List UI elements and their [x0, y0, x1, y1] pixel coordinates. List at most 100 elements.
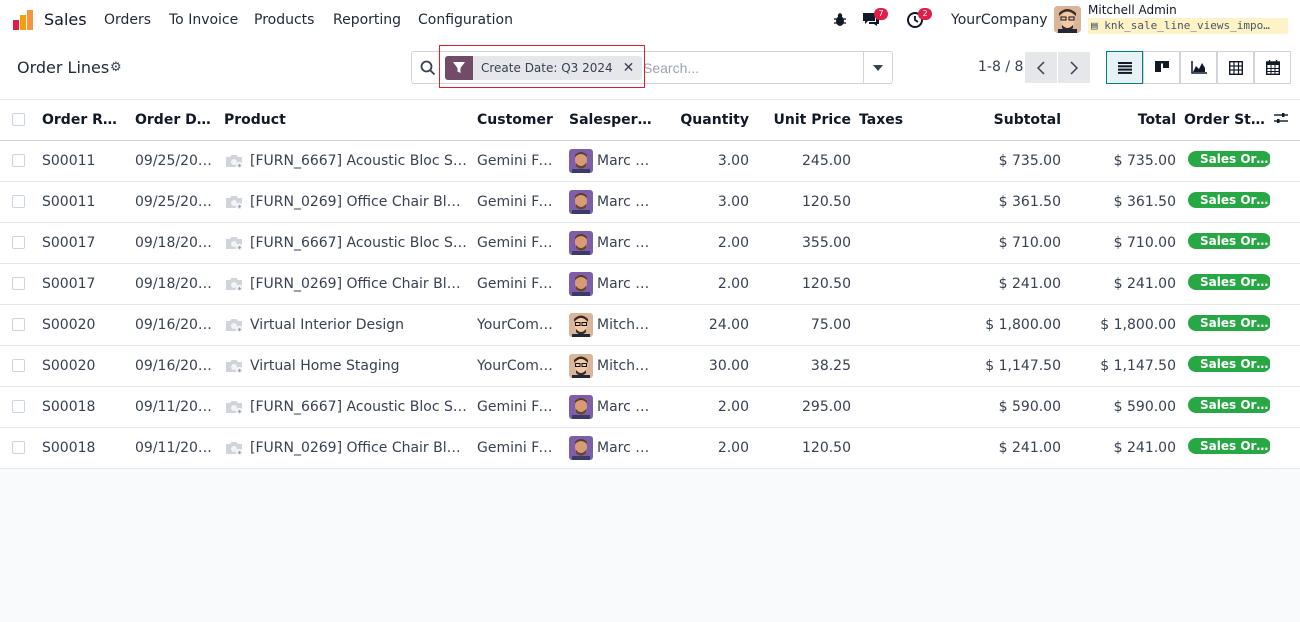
salesperson-avatar[interactable]	[569, 271, 593, 296]
row-checkbox-cell[interactable]	[0, 140, 38, 182]
salesperson-avatar[interactable]	[569, 148, 593, 173]
cell-order-reference[interactable]: S00020	[38, 304, 131, 346]
cell-order-status[interactable]: Sales Or…	[1180, 140, 1270, 182]
row-checkbox[interactable]	[12, 318, 25, 331]
cell-order-status[interactable]: Sales Or…	[1180, 263, 1270, 305]
gear-icon[interactable]: ⚙	[110, 60, 122, 75]
search-icon[interactable]	[420, 60, 436, 76]
row-checkbox[interactable]	[12, 277, 25, 290]
debug-bug-icon[interactable]	[833, 12, 847, 27]
cell-quantity[interactable]: 24.00	[662, 304, 753, 346]
cell-order-reference[interactable]: S00018	[38, 386, 131, 428]
table-row[interactable]: S00018 09/11/20… [FURN_0269] Office Chair …	[0, 427, 1300, 469]
cell-taxes[interactable]	[855, 427, 964, 469]
cell-subtotal[interactable]: $ 1,800.00	[964, 304, 1065, 346]
cell-taxes[interactable]	[855, 345, 964, 387]
cell-product[interactable]: [FURN_6667] Acoustic Bloc Scr…	[220, 140, 473, 182]
column-header-taxes[interactable]: Taxes	[855, 100, 964, 141]
cell-subtotal[interactable]: $ 735.00	[964, 140, 1065, 182]
cell-order-reference[interactable]: S00017	[38, 222, 131, 264]
cell-customer[interactable]: Gemini Fur…	[473, 427, 565, 469]
cell-order-status[interactable]: Sales Or…	[1180, 222, 1270, 264]
table-row[interactable]: S00011 09/25/20… [FURN_6667] Acoustic Bloc…	[0, 140, 1300, 182]
cell-subtotal[interactable]: $ 710.00	[964, 222, 1065, 264]
salesperson-avatar[interactable]	[569, 189, 593, 214]
row-checkbox-cell[interactable]	[0, 304, 38, 346]
table-row[interactable]: S00020 09/16/20… Virtual Interior Design Yo…	[0, 304, 1300, 346]
cell-taxes[interactable]	[855, 263, 964, 305]
table-row[interactable]: S00017 09/18/20… [FURN_0269] Office Chair …	[0, 263, 1300, 305]
row-checkbox[interactable]	[12, 359, 25, 372]
cell-salesperson[interactable]: Mitch…	[565, 304, 662, 346]
select-all-checkbox[interactable]	[12, 113, 25, 127]
cell-order-date[interactable]: 09/16/20…	[131, 345, 220, 387]
cell-quantity[interactable]: 30.00	[662, 345, 753, 387]
sales-app-icon[interactable]	[12, 9, 34, 31]
cell-product[interactable]: Virtual Interior Design	[220, 304, 473, 346]
table-row[interactable]: S00017 09/18/20… [FURN_6667] Acoustic Bloc…	[0, 222, 1300, 264]
cell-unit-price[interactable]: 38.25	[753, 345, 855, 387]
cell-order-reference[interactable]: S00017	[38, 263, 131, 305]
cell-total[interactable]: $ 361.50	[1065, 181, 1180, 223]
row-checkbox-cell[interactable]	[0, 427, 38, 469]
menu-orders[interactable]: Orders	[104, 12, 151, 28]
cell-order-date[interactable]: 09/11/20…	[131, 427, 220, 469]
row-checkbox-cell[interactable]	[0, 345, 38, 387]
search-options-toggle[interactable]	[863, 52, 892, 83]
pager-next-button[interactable]	[1058, 52, 1090, 83]
cell-order-date[interactable]: 09/25/20…	[131, 181, 220, 223]
salesperson-avatar[interactable]	[569, 435, 593, 460]
cell-unit-price[interactable]: 355.00	[753, 222, 855, 264]
cell-order-reference[interactable]: S00011	[38, 181, 131, 223]
cell-order-reference[interactable]: S00020	[38, 345, 131, 387]
cell-order-date[interactable]: 09/16/20…	[131, 304, 220, 346]
cell-order-date[interactable]: 09/18/20…	[131, 263, 220, 305]
cell-taxes[interactable]	[855, 181, 964, 223]
cell-customer[interactable]: Gemini Fur…	[473, 140, 565, 182]
cell-order-date[interactable]: 09/11/20…	[131, 386, 220, 428]
cell-salesperson[interactable]: Marc …	[565, 386, 662, 428]
cell-taxes[interactable]	[855, 304, 964, 346]
salesperson-avatar[interactable]	[569, 353, 593, 378]
list-view-button[interactable]	[1106, 51, 1143, 84]
user-avatar[interactable]	[1054, 6, 1081, 33]
cell-order-status[interactable]: Sales Or…	[1180, 345, 1270, 387]
cell-salesperson[interactable]: Marc …	[565, 222, 662, 264]
menu-products[interactable]: Products	[254, 12, 314, 28]
cell-order-status[interactable]: Sales Or…	[1180, 304, 1270, 346]
cell-subtotal[interactable]: $ 241.00	[964, 427, 1065, 469]
cell-quantity[interactable]: 2.00	[662, 386, 753, 428]
kanban-view-button[interactable]	[1143, 51, 1180, 84]
user-name[interactable]: Mitchell Admin	[1088, 3, 1177, 17]
cell-salesperson[interactable]: Marc …	[565, 263, 662, 305]
menu-reporting[interactable]: Reporting	[333, 12, 401, 28]
optional-columns-toggle[interactable]	[1270, 100, 1300, 141]
row-checkbox-cell[interactable]	[0, 263, 38, 305]
cell-unit-price[interactable]: 120.50	[753, 427, 855, 469]
menu-to-invoice[interactable]: To Invoice	[169, 12, 238, 28]
cell-unit-price[interactable]: 120.50	[753, 263, 855, 305]
row-checkbox[interactable]	[12, 154, 25, 167]
row-checkbox[interactable]	[12, 195, 25, 208]
cell-total[interactable]: $ 1,800.00	[1065, 304, 1180, 346]
calendar-view-button[interactable]	[1254, 51, 1291, 84]
cell-taxes[interactable]	[855, 140, 964, 182]
cell-quantity[interactable]: 3.00	[662, 140, 753, 182]
select-all-checkbox-cell[interactable]	[0, 100, 38, 141]
cell-order-date[interactable]: 09/25/20…	[131, 140, 220, 182]
cell-product[interactable]: [FURN_6667] Acoustic Bloc Scr…	[220, 386, 473, 428]
pivot-view-button[interactable]	[1217, 51, 1254, 84]
cell-product[interactable]: [FURN_0269] Office Chair Black	[220, 263, 473, 305]
cell-salesperson[interactable]: Marc …	[565, 140, 662, 182]
row-checkbox-cell[interactable]	[0, 181, 38, 223]
cell-unit-price[interactable]: 75.00	[753, 304, 855, 346]
row-checkbox-cell[interactable]	[0, 386, 38, 428]
cell-total[interactable]: $ 590.00	[1065, 386, 1180, 428]
column-header-salesperson[interactable]: Salesper…	[565, 100, 662, 141]
cell-unit-price[interactable]: 245.00	[753, 140, 855, 182]
cell-taxes[interactable]	[855, 386, 964, 428]
cell-order-reference[interactable]: S00011	[38, 140, 131, 182]
cell-customer[interactable]: Gemini Fur…	[473, 263, 565, 305]
cell-quantity[interactable]: 3.00	[662, 181, 753, 223]
cell-unit-price[interactable]: 120.50	[753, 181, 855, 223]
